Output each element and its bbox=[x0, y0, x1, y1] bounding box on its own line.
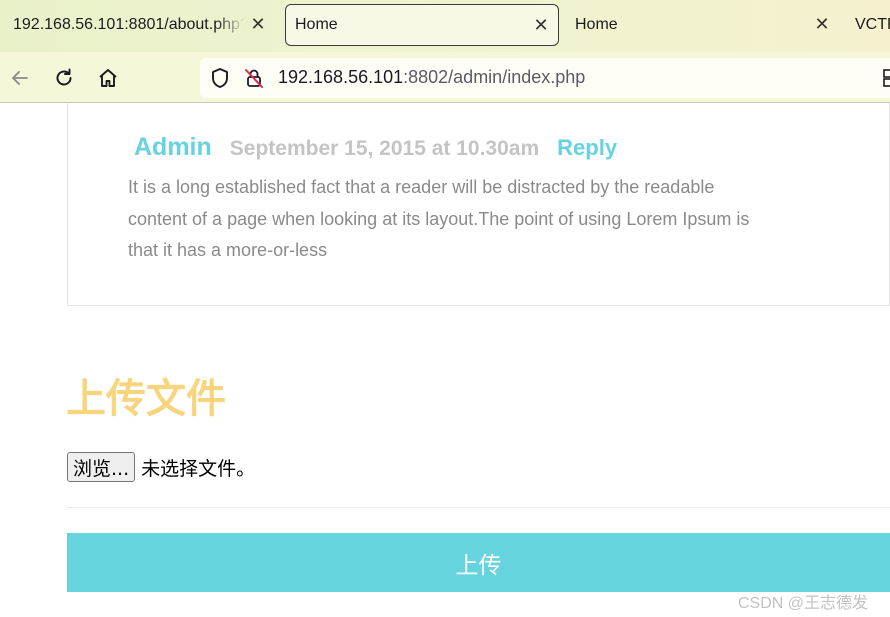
file-status: 未选择文件。 bbox=[141, 457, 256, 480]
upload-button[interactable]: 上传 bbox=[67, 533, 890, 592]
tab-label: Home bbox=[575, 16, 618, 33]
tab-label: Home bbox=[295, 16, 338, 33]
url-path: :8802/admin/index.php bbox=[403, 67, 586, 87]
tab-home-active[interactable]: Home ✕ bbox=[285, 4, 559, 46]
divider bbox=[67, 507, 890, 508]
insecure-lock-icon[interactable] bbox=[242, 66, 266, 90]
url-host: 192.168.56.101 bbox=[278, 67, 404, 87]
browse-button[interactable]: 浏览... bbox=[67, 452, 136, 482]
tab-about[interactable]: 192.168.56.101:8801/about.php? ✕ bbox=[0, 4, 278, 46]
tab-home[interactable]: Home ✕ bbox=[563, 4, 843, 46]
file-input[interactable]: 浏览... 未选择文件。 bbox=[67, 452, 255, 482]
watermark: CSDN @王志德发 bbox=[738, 595, 869, 612]
reload-icon[interactable] bbox=[52, 66, 76, 90]
navigation-bar: 192.168.56.101:8802/admin/index.php bbox=[0, 52, 890, 103]
close-icon[interactable]: ✕ bbox=[248, 14, 268, 35]
extension-icon[interactable] bbox=[882, 67, 890, 89]
comment-body: It is a long established fact that a rea… bbox=[128, 177, 750, 260]
tab-label: 192.168.56.101:8801/about.php? bbox=[13, 16, 245, 33]
tab-vctf[interactable]: VCTF bbox=[845, 4, 890, 46]
home-icon[interactable] bbox=[96, 66, 120, 90]
reply-link[interactable]: Reply bbox=[557, 135, 617, 161]
tab-label: VCTF bbox=[855, 16, 890, 33]
comment-date: September 15, 2015 at 10.30am bbox=[229, 137, 540, 160]
upload-title: 上传文件 bbox=[66, 377, 226, 421]
comment-meta: Admin September 15, 2015 at 10.30am Repl… bbox=[134, 133, 617, 162]
url-text[interactable]: 192.168.56.101:8802/admin/index.php bbox=[278, 67, 585, 88]
close-icon[interactable]: ✕ bbox=[812, 14, 832, 35]
url-bar[interactable]: 192.168.56.101:8802/admin/index.php bbox=[200, 58, 890, 98]
close-icon[interactable]: ✕ bbox=[531, 15, 551, 36]
back-icon[interactable] bbox=[8, 66, 32, 90]
tab-bar: 192.168.56.101:8801/about.php? ✕ Home ✕ … bbox=[0, 0, 890, 52]
shield-icon[interactable] bbox=[208, 66, 232, 90]
comment-author[interactable]: Admin bbox=[134, 133, 212, 162]
